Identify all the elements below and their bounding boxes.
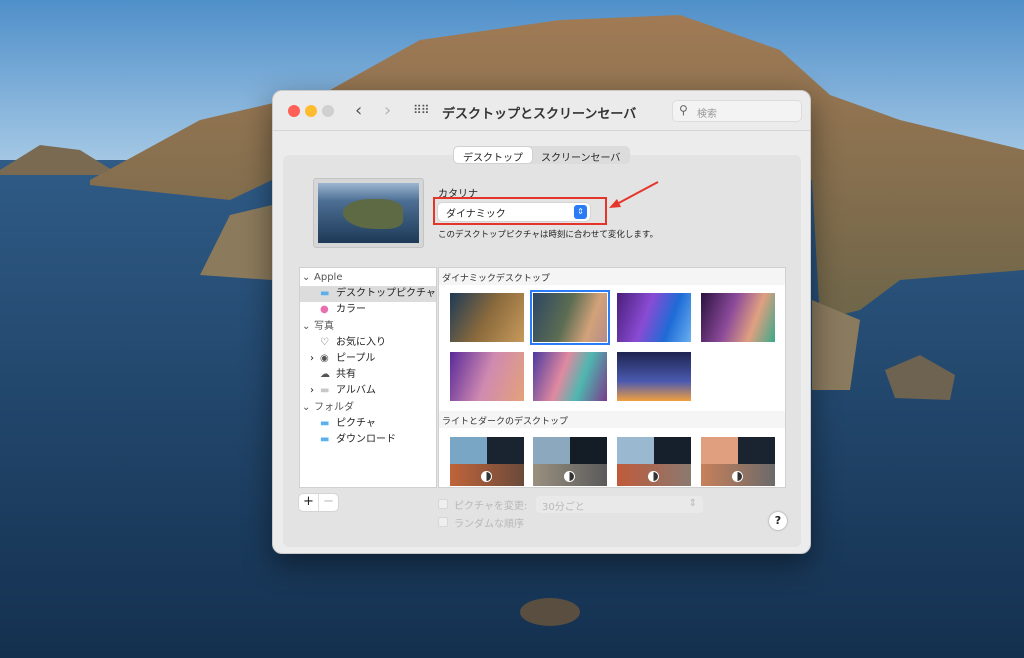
wallpaper-thumb[interactable]	[533, 352, 607, 401]
tab-desktop[interactable]: デスクトップ	[454, 147, 532, 164]
minimize-button[interactable]	[305, 105, 317, 117]
sidebar-item[interactable]: ☁ 共有	[300, 367, 436, 383]
tab-screensaver[interactable]: スクリーンセーバ	[532, 147, 629, 164]
person-icon: ◉	[320, 353, 329, 364]
window-title: デスクトップとスクリーンセーバ	[442, 107, 637, 122]
tab-bar: デスクトップ スクリーンセーバ	[453, 146, 631, 164]
sidebar-group[interactable]: ⌄ Apple	[300, 270, 436, 286]
sidebar-item[interactable]: ♡ お気に入り	[300, 335, 436, 351]
light-dark-icon	[481, 471, 492, 482]
sidebar-item-label: フォルダ	[314, 401, 354, 413]
sidebar-item-label: 共有	[336, 369, 356, 381]
light-dark-icon	[732, 471, 743, 482]
sidebar-item[interactable]: › ▬ アルバム	[300, 383, 436, 399]
remove-folder-button[interactable]: −	[318, 494, 338, 511]
light-dark-icon	[648, 471, 659, 482]
random-order-checkbox[interactable]	[438, 517, 448, 527]
wallpaper-thumb[interactable]	[450, 352, 524, 401]
sidebar-item-label: ダウンロード	[336, 434, 396, 445]
sidebar-item-label: アルバム	[336, 385, 376, 397]
title-bar: ‹ › ⠿⠿ デスクトップとスクリーンセーバ ⚲ 検索	[273, 91, 810, 131]
disclosure-chevron-icon[interactable]: ›	[310, 351, 314, 367]
sidebar-item[interactable]: ▬ デスクトップピクチャ	[300, 286, 436, 303]
wallpaper-thumb[interactable]	[617, 437, 691, 486]
chevron-down-icon[interactable]: ⌄	[302, 319, 310, 335]
sidebar-item-label: Apple	[314, 272, 343, 283]
show-all-grid-icon[interactable]: ⠿⠿	[413, 103, 430, 117]
highlight-box	[433, 197, 607, 225]
wallpaper-thumb[interactable]	[701, 293, 775, 342]
disclosure-chevron-icon[interactable]: ›	[310, 383, 314, 399]
chevron-down-icon[interactable]: ⌄	[302, 400, 310, 416]
wallpaper-thumb[interactable]	[533, 437, 607, 486]
search-icon: ⚲	[679, 103, 688, 117]
light-dark-icon	[564, 471, 575, 482]
add-folder-button[interactable]: +	[299, 494, 318, 511]
folder-icon: ▬	[320, 288, 330, 300]
search-input[interactable]: ⚲ 検索	[672, 100, 802, 122]
back-button[interactable]: ‹	[355, 100, 362, 121]
sidebar-item[interactable]: ● カラー	[300, 302, 436, 318]
wallpaper-thumb[interactable]	[617, 352, 691, 401]
search-placeholder: 検索	[697, 109, 717, 120]
section-header-dynamic: ダイナミックデスクトップ	[439, 268, 785, 285]
random-order-label: ランダムな順序	[454, 519, 524, 530]
wallpaper-thumb[interactable]	[450, 437, 524, 486]
add-remove-buttons: + −	[299, 494, 338, 511]
chevron-updown-icon: ⇕	[688, 498, 697, 509]
annotation-arrow-icon	[609, 181, 659, 208]
sidebar-item[interactable]: › ◉ ピープル	[300, 351, 436, 367]
help-button[interactable]: ?	[769, 512, 787, 530]
forward-button[interactable]: ›	[384, 100, 391, 121]
preferences-window: ‹ › ⠿⠿ デスクトップとスクリーンセーバ ⚲ 検索 デスクトップ スクリーン…	[272, 90, 811, 554]
chevron-down-icon[interactable]: ⌄	[302, 270, 310, 286]
mode-description: このデスクトップピクチャは時刻に合わせて変化します。	[438, 230, 659, 240]
wallpaper-grid: ダイナミックデスクトップ ライトとダークのデスクトップ	[438, 267, 786, 488]
color-wheel-icon: ●	[320, 304, 329, 316]
wallpaper-thumb[interactable]	[450, 293, 524, 342]
interval-value: 30分ごと	[542, 502, 585, 513]
sidebar-group[interactable]: ⌄ フォルダ	[300, 400, 436, 416]
sidebar-item-label: カラー	[336, 304, 366, 316]
sidebar-item-label: ピクチャ	[336, 417, 376, 429]
sidebar-item-label: デスクトップピクチャ	[336, 288, 436, 300]
source-sidebar: ⌄ Apple ▬ デスクトップピクチャ ● カラー ⌄ 写真 ♡ お気に入り › ◉ ピープル ☁ 共有 ›…	[299, 267, 437, 488]
wallpaper-thumb-selected[interactable]	[530, 290, 610, 345]
section-header-light-dark: ライトとダークのデスクトップ	[439, 411, 785, 428]
change-picture-label: ピクチャを変更:	[454, 501, 528, 512]
interval-select[interactable]: 30分ごと ⇕	[536, 496, 703, 513]
current-wallpaper-preview	[313, 178, 424, 248]
sidebar-item-label: お気に入り	[336, 336, 386, 348]
change-picture-checkbox[interactable]	[438, 499, 448, 509]
folder-icon: ▬	[320, 417, 330, 429]
cloud-icon: ☁	[320, 369, 330, 381]
album-folder-icon: ▬	[320, 385, 330, 397]
sidebar-item[interactable]: ▬ ピクチャ	[300, 416, 436, 432]
sidebar-group[interactable]: ⌄ 写真	[300, 319, 436, 335]
wallpaper-thumb[interactable]	[617, 293, 691, 342]
sidebar-item-label: ピープル	[336, 353, 376, 364]
zoom-button[interactable]	[322, 105, 334, 117]
sidebar-item[interactable]: ▬ ダウンロード	[300, 432, 436, 448]
folder-icon: ▬	[320, 434, 330, 445]
heart-icon: ♡	[320, 336, 329, 348]
sidebar-item-label: 写真	[314, 320, 334, 332]
close-button[interactable]	[288, 105, 300, 117]
wallpaper-thumb[interactable]	[701, 437, 775, 486]
